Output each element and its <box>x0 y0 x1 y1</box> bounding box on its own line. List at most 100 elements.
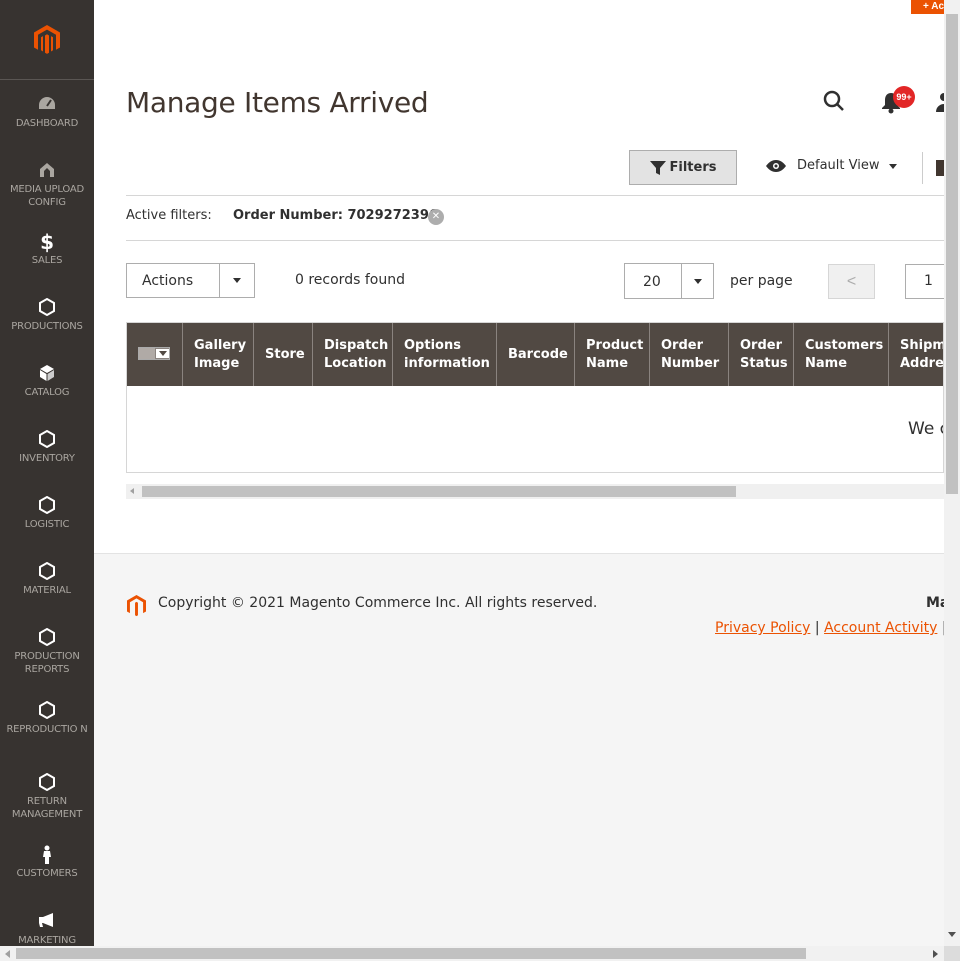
chevron-left-icon: < <box>846 273 857 290</box>
hexagon-icon <box>0 297 94 318</box>
sidebar-item-label: CATALOG <box>24 387 70 398</box>
link-separator: | <box>814 620 820 636</box>
hexagon-icon <box>0 700 94 721</box>
column-gallery-image[interactable]: Gallery Image <box>182 323 253 386</box>
sidebar-item-inventory[interactable]: INVENTORY <box>0 429 94 465</box>
column-shipment-address[interactable]: Shipment Address <box>888 323 943 386</box>
sidebar-item-label: PRODUCTION REPORTS <box>14 651 80 675</box>
per-page-select[interactable]: 20 <box>624 263 714 299</box>
sidebar-item-productions[interactable]: PRODUCTIONS <box>0 297 94 333</box>
magento-logo[interactable] <box>0 0 94 80</box>
hexagon-icon <box>0 429 94 450</box>
column-options-information[interactable]: Options information <box>392 323 496 386</box>
filter-icon <box>649 160 666 175</box>
page-horizontal-scrollbar[interactable] <box>0 946 944 961</box>
column-order-number[interactable]: Order Number <box>649 323 728 386</box>
remove-filter-icon[interactable]: ✕ <box>428 209 444 225</box>
person-icon <box>0 845 94 865</box>
privacy-policy-link[interactable]: Privacy Policy <box>715 620 810 636</box>
actions-dropdown-label: Actions <box>142 273 194 289</box>
sidebar-item-label: REPRODUCTIO N <box>6 724 88 735</box>
page-vertical-scrollbar[interactable] <box>944 0 960 946</box>
scrollbar-thumb[interactable] <box>16 948 806 959</box>
megaphone-icon <box>0 912 94 932</box>
search-icon[interactable] <box>822 89 846 113</box>
sidebar-item-label: PRODUCTIONS <box>11 321 83 332</box>
column-mass-select[interactable] <box>127 323 182 386</box>
sidebar-item-label: MATERIAL <box>23 585 71 596</box>
sidebar-item-production-reports[interactable]: PRODUCTION REPORTS <box>0 627 94 676</box>
add-new-button[interactable]: + Ac <box>911 0 945 14</box>
page-title: Manage Items Arrived <box>126 86 429 119</box>
hexagon-icon <box>0 561 94 582</box>
eye-icon <box>766 159 786 172</box>
notifications-count-badge[interactable]: 99+ <box>893 86 915 108</box>
actions-dropdown[interactable]: Actions <box>126 263 255 298</box>
sidebar-item-dashboard[interactable]: DASHBOARD <box>0 95 94 130</box>
sidebar-item-material[interactable]: MATERIAL <box>0 561 94 597</box>
scrollbar-thumb[interactable] <box>142 486 736 497</box>
data-grid: Gallery Image Store Dispatch Location Op… <box>126 322 944 473</box>
dashboard-icon <box>0 95 94 115</box>
hexagon-icon <box>0 772 94 793</box>
media-upload-icon <box>0 161 94 181</box>
scrollbar-thumb[interactable] <box>946 14 958 494</box>
grid-header: Gallery Image Store Dispatch Location Op… <box>127 323 943 386</box>
filters-button-label: Filters <box>669 160 717 175</box>
chevron-down-icon <box>889 163 898 169</box>
sidebar-item-catalog[interactable]: CATALOG <box>0 364 94 399</box>
magento-logo-icon <box>34 24 60 54</box>
empty-grid-message: We couldn't find any records. <box>908 419 943 439</box>
sidebar-item-sales[interactable]: $ SALES <box>0 232 94 267</box>
cube-icon <box>0 364 94 384</box>
scroll-right-arrow-icon[interactable] <box>933 950 938 958</box>
per-page-value: 20 <box>643 274 661 290</box>
column-barcode[interactable]: Barcode <box>496 323 574 386</box>
column-store[interactable]: Store <box>253 323 312 386</box>
account-activity-link[interactable]: Account Activity <box>824 620 937 636</box>
account-icon[interactable] <box>936 92 944 112</box>
sidebar-item-label: LOGISTIC <box>24 519 70 530</box>
copyright-text: Copyright © 2021 Magento Commerce Inc. A… <box>158 595 598 611</box>
scroll-down-arrow-icon[interactable] <box>948 932 956 937</box>
active-filter-value: Order Number: 7029272396 <box>233 208 438 223</box>
columns-icon[interactable] <box>936 160 944 176</box>
sidebar-item-label: MEDIA UPLOAD CONFIG <box>9 184 85 208</box>
mass-select-checkbox[interactable] <box>138 347 170 360</box>
filters-button[interactable]: Filters <box>629 150 737 185</box>
column-order-status[interactable]: Order Status <box>728 323 793 386</box>
column-product-name[interactable]: Product Name <box>574 323 649 386</box>
sidebar-item-label: CUSTOMERS <box>16 868 78 879</box>
divider <box>126 195 944 196</box>
sidebar-item-marketing[interactable]: MARKETING <box>0 912 94 946</box>
hexagon-icon <box>0 627 94 648</box>
sidebar-item-media-upload-config[interactable]: MEDIA UPLOAD CONFIG <box>0 161 94 209</box>
hexagon-icon <box>0 495 94 516</box>
previous-page-button[interactable]: < <box>828 264 875 299</box>
chevron-down-icon <box>219 264 254 297</box>
sidebar-item-logistic[interactable]: LOGISTIC <box>0 495 94 531</box>
chevron-down-icon <box>681 264 713 298</box>
sidebar-item-label: SALES <box>31 255 63 266</box>
divider <box>126 240 944 241</box>
sidebar-item-label: INVENTORY <box>19 453 75 464</box>
magento-footer-logo-icon <box>127 595 146 617</box>
active-filters-label: Active filters: <box>126 208 212 223</box>
column-dispatch-location[interactable]: Dispatch Location <box>312 323 392 386</box>
sidebar-item-reproduction[interactable]: REPRODUCTIO N <box>0 700 94 736</box>
sidebar-item-label: RETURN MANAGEMENT <box>11 796 83 820</box>
view-switcher[interactable]: Default View <box>765 158 898 173</box>
records-found-count: 0 records found <box>295 272 405 288</box>
admin-sidebar: DASHBOARD MEDIA UPLOAD CONFIG $ SALES PR… <box>0 0 94 946</box>
column-customers-name[interactable]: Customers Name <box>793 323 888 386</box>
sidebar-item-return-management[interactable]: RETURN MANAGEMENT <box>0 772 94 821</box>
scroll-left-arrow-icon[interactable] <box>5 950 10 958</box>
view-switcher-label: Default View <box>797 158 880 173</box>
sidebar-item-label: MARKETING <box>18 935 76 946</box>
grid-horizontal-scrollbar[interactable] <box>126 484 944 499</box>
chevron-down-icon <box>156 349 169 358</box>
sidebar-item-customers[interactable]: CUSTOMERS <box>0 845 94 880</box>
scroll-left-arrow-icon[interactable] <box>130 488 134 494</box>
scrollbar-corner <box>944 946 960 961</box>
footer-links: Privacy Policy | Account Activity | <box>715 620 947 636</box>
